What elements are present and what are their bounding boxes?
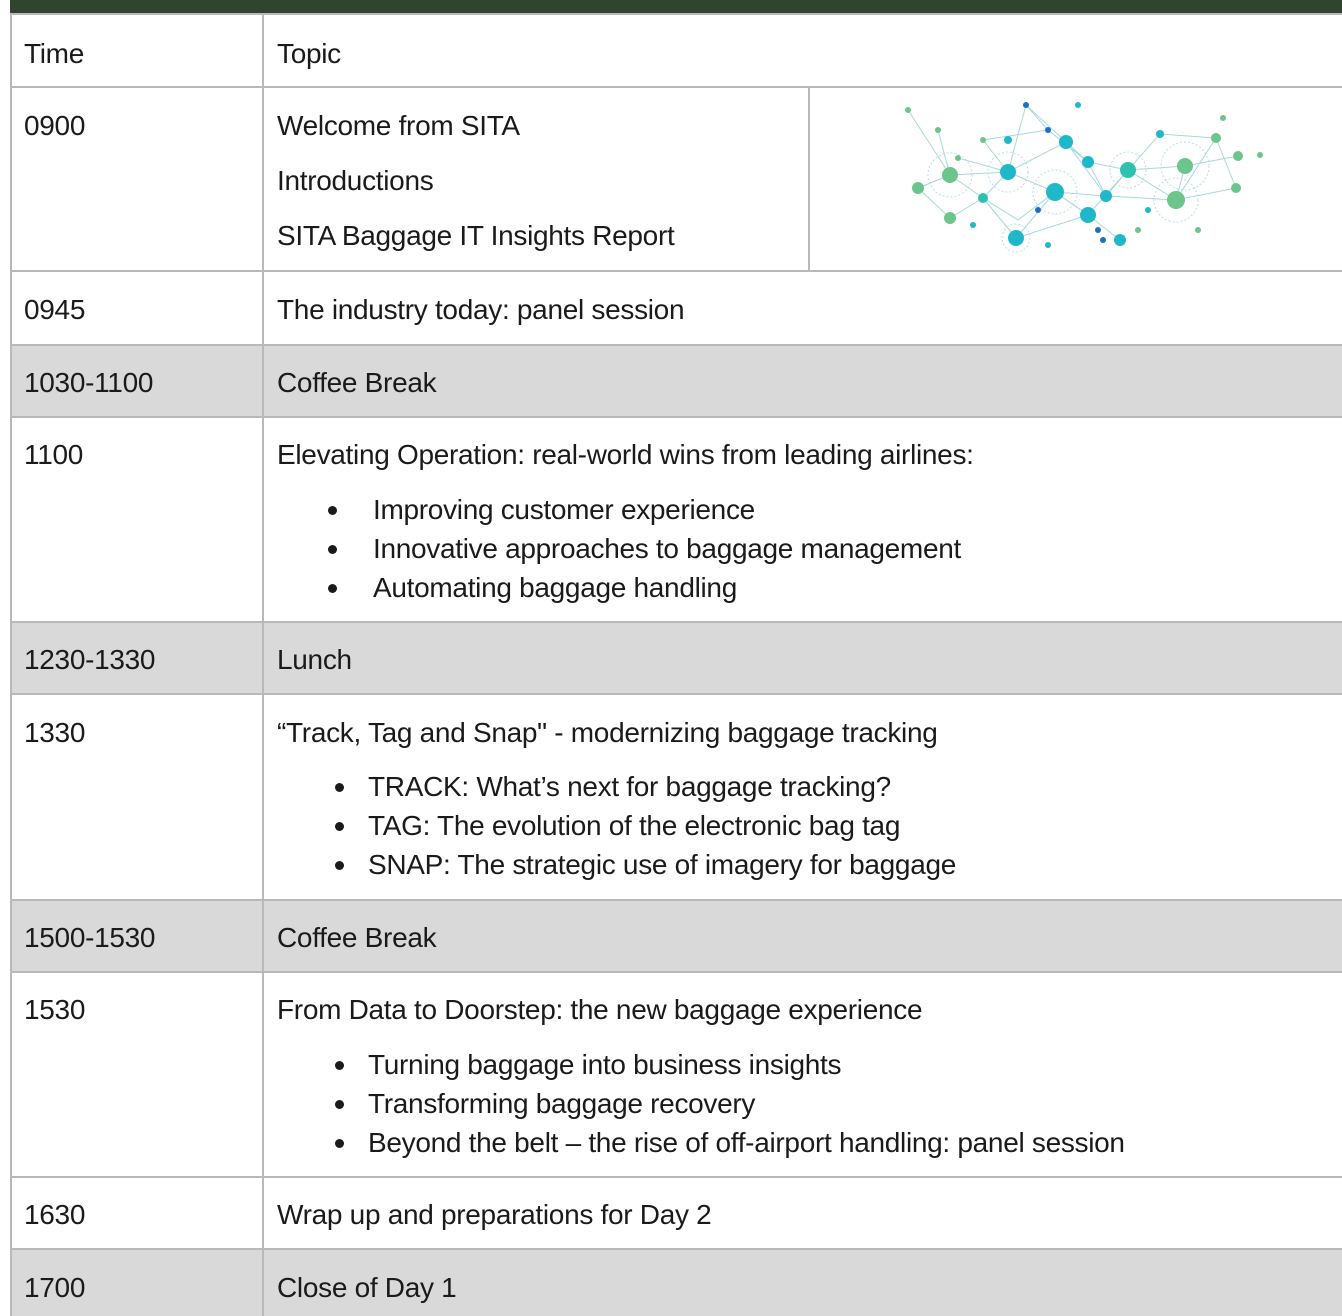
row-time: 1500-1530 <box>24 922 156 953</box>
bullet-icon <box>328 506 337 515</box>
row-shade-close <box>10 1250 1342 1316</box>
bullet-icon <box>335 1061 344 1070</box>
row-topic: Wrap up and preparations for Day 2 <box>277 1199 712 1230</box>
row-topic: The industry today: panel session <box>277 294 685 325</box>
row-topic: Introductions <box>277 165 434 196</box>
row-time: 1630 <box>24 1199 86 1230</box>
row-time: 0945 <box>24 294 86 325</box>
bullet-icon <box>335 822 344 831</box>
row-time: 0900 <box>24 110 86 141</box>
header-time: Time <box>24 38 84 69</box>
row-time: 1100 <box>24 439 84 470</box>
row-shade-coffee-2 <box>10 901 1342 972</box>
table-border <box>808 86 810 272</box>
header-topic: Topic <box>277 38 341 69</box>
bullet-icon <box>335 783 344 792</box>
row-topic: SITA Baggage IT Insights Report <box>277 220 675 251</box>
row-topic: Close of Day 1 <box>277 1272 457 1303</box>
network-graph-icon <box>905 102 1263 253</box>
row-time: 1700 <box>24 1272 86 1303</box>
row-topic: Elevating Operation: real-world wins fro… <box>277 439 974 470</box>
row-time: 1330 <box>24 717 86 748</box>
table-border <box>10 693 1342 695</box>
bullet-icon <box>328 545 337 554</box>
table-border <box>10 13 1342 15</box>
row-time: 1230-1330 <box>24 644 156 675</box>
table-border <box>10 1248 1342 1250</box>
row-time: 1030-1100 <box>24 367 154 398</box>
table-border <box>10 1176 1342 1178</box>
row-time: 1530 <box>24 994 86 1025</box>
table-border <box>10 621 1342 623</box>
table-border <box>10 344 1342 346</box>
table-border <box>10 86 1342 88</box>
bullet-icon <box>335 1100 344 1109</box>
bullet-icon <box>335 1139 344 1148</box>
table-border <box>10 13 12 1316</box>
table-border <box>10 416 1342 418</box>
row-topic: Lunch <box>277 644 352 675</box>
row-shade-coffee-1 <box>10 346 1342 417</box>
row-topic: “Track, Tag and Snap" - modernizing bagg… <box>277 717 938 748</box>
table-border <box>10 971 1342 973</box>
bullet-icon <box>335 861 344 870</box>
table-border <box>10 270 1342 272</box>
row-shade-lunch <box>10 623 1342 694</box>
row-topic: Welcome from SITA <box>277 110 520 141</box>
table-border <box>10 899 1342 901</box>
row-topic: Coffee Break <box>277 367 437 398</box>
row-topic: Coffee Break <box>277 922 437 953</box>
bullet-icon <box>328 584 337 593</box>
agenda-table: Time Topic 0900 Welcome from SITA Introd… <box>0 0 1342 1316</box>
row-topic: From Data to Doorstep: the new baggage e… <box>277 994 923 1025</box>
table-border <box>262 13 264 1316</box>
